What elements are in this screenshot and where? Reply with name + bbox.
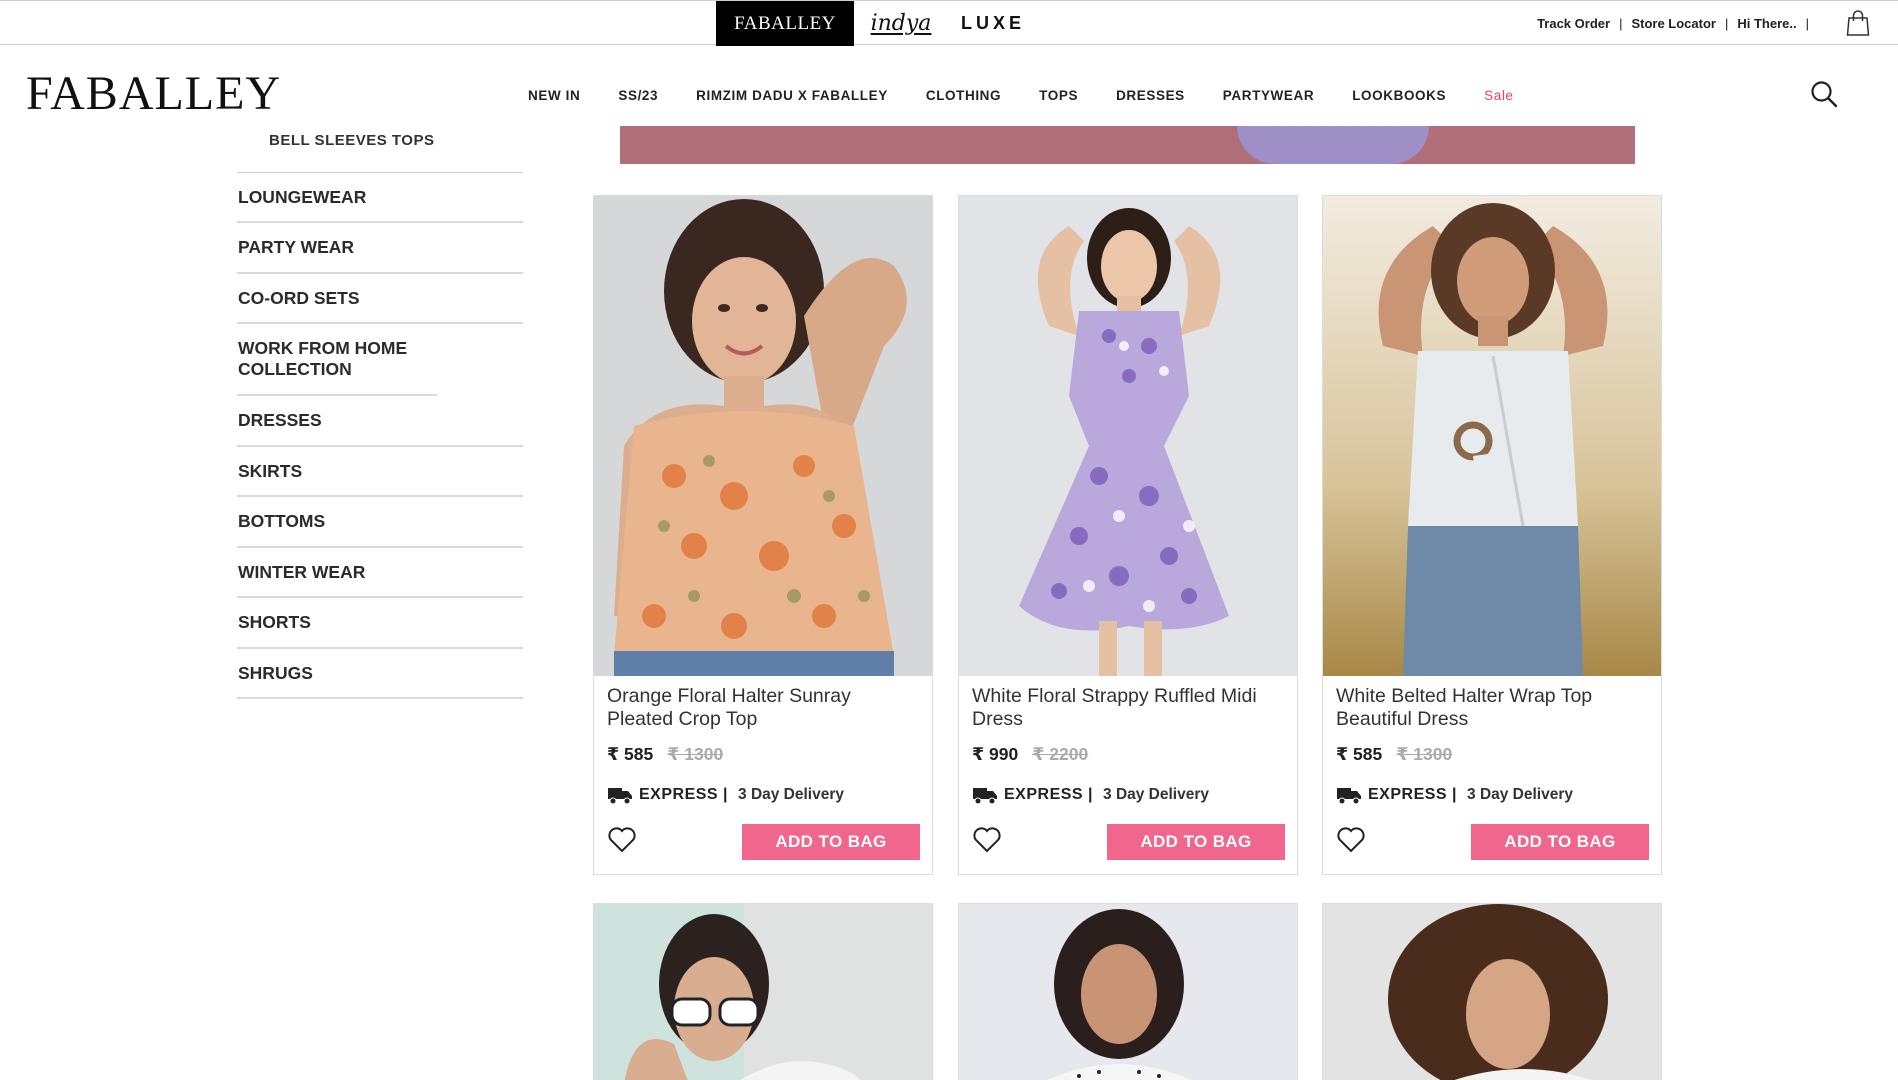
brand-tab-luxe[interactable]: LUXE (948, 1, 1038, 46)
delivery-row: EXPRESS | 3 Day Delivery (1336, 785, 1648, 805)
store-locator-link[interactable]: Store Locator (1631, 16, 1716, 31)
product-card[interactable] (1322, 903, 1662, 1080)
shopping-bag-icon[interactable] (1846, 10, 1870, 36)
sidebar-item-dresses[interactable]: DRESSES (237, 396, 523, 447)
divider: | (1805, 16, 1809, 31)
product-card[interactable]: Orange Floral Halter Sunray Pleated Crop… (593, 195, 933, 875)
sidebar-item-shorts[interactable]: SHORTS (237, 598, 523, 649)
product-card[interactable] (593, 903, 933, 1080)
sale-price: ₹ 585 (1336, 744, 1383, 764)
nav-clothing[interactable]: CLOTHING (926, 88, 1001, 103)
sidebar-item-bottoms[interactable]: BOTTOMS (237, 497, 523, 548)
price-row: ₹ 585 ₹ 1300 (1336, 744, 1648, 765)
model-illustration (594, 904, 932, 1080)
wishlist-heart-icon[interactable] (607, 826, 637, 854)
price-row: ₹ 990 ₹ 2200 (972, 744, 1284, 765)
price-row: ₹ 585 ₹ 1300 (607, 744, 919, 765)
product-image[interactable] (594, 196, 932, 676)
divider: | (1724, 16, 1729, 31)
divider: | (1619, 16, 1623, 31)
sidebar-item-winter-wear[interactable]: WINTER WEAR (237, 548, 523, 598)
sidebar-item-skirts[interactable]: SKIRTS (237, 447, 523, 497)
delivery-row: EXPRESS | 3 Day Delivery (972, 785, 1284, 805)
sidebar-subitem-bell-sleeves[interactable]: BELL SLEEVES TOPS (269, 132, 435, 149)
sidebar-item-co-ord-sets[interactable]: CO-ORD SETS (237, 274, 523, 324)
sidebar-item-loungewear[interactable]: LOUNGEWEAR (237, 173, 523, 223)
sidebar-item-work-from-home[interactable]: WORK FROM HOME COLLECTION (237, 324, 437, 396)
product-image[interactable] (959, 904, 1297, 1080)
brand-switcher: FABALLEY indya LUXE (716, 1, 1038, 46)
add-to-bag-button[interactable]: ADD TO BAG (1107, 824, 1285, 860)
track-order-link[interactable]: Track Order (1537, 16, 1610, 31)
nav-new-in[interactable]: NEW IN (528, 88, 580, 103)
promo-banner-image[interactable] (620, 126, 1635, 164)
nav-sale[interactable]: Sale (1484, 88, 1513, 103)
express-truck-icon (973, 788, 997, 805)
sale-price: ₹ 990 (972, 744, 1019, 764)
model-illustration (959, 196, 1297, 676)
nav-rimzim-dadu[interactable]: RIMZIM DADU X FABALLEY (696, 88, 888, 103)
nav-partywear[interactable]: PARTYWEAR (1223, 88, 1314, 103)
model-illustration (959, 904, 1297, 1080)
express-label: EXPRESS | (1004, 786, 1094, 803)
original-price: ₹ 2200 (1032, 744, 1089, 764)
sale-price: ₹ 585 (607, 744, 654, 764)
product-card[interactable] (958, 903, 1298, 1080)
product-image[interactable] (1323, 196, 1661, 676)
nav-tops[interactable]: TOPS (1039, 88, 1078, 103)
utility-links: Track Order | Store Locator | Hi There..… (1537, 1, 1818, 46)
delivery-time: 3 Day Delivery (1103, 786, 1210, 803)
original-price: ₹ 1300 (667, 744, 724, 764)
brand-tab-faballey[interactable]: FABALLEY (716, 1, 854, 46)
sidebar-item-party-wear[interactable]: PARTY WEAR (237, 223, 523, 274)
nav-ss23[interactable]: SS/23 (618, 88, 658, 103)
sidebar-item-shrugs[interactable]: SHRUGS (237, 649, 523, 699)
brand-tab-indya[interactable]: indya (854, 1, 948, 46)
product-card[interactable]: White Belted Halter Wrap Top Beautiful D… (1322, 195, 1662, 875)
category-sidebar: LOUNGEWEAR PARTY WEAR CO-ORD SETS WORK F… (237, 172, 523, 699)
delivery-row: EXPRESS | 3 Day Delivery (607, 785, 919, 805)
add-to-bag-button[interactable]: ADD TO BAG (1471, 824, 1649, 860)
wishlist-heart-icon[interactable] (1336, 826, 1366, 854)
express-label: EXPRESS | (1368, 786, 1458, 803)
banner-figure (1237, 126, 1429, 164)
product-image[interactable] (959, 196, 1297, 676)
product-title[interactable]: Orange Floral Halter Sunray Pleated Crop… (607, 685, 919, 731)
product-card[interactable]: White Floral Strappy Ruffled Midi Dress … (958, 195, 1298, 875)
model-illustration (1323, 904, 1661, 1080)
nav-dresses[interactable]: DRESSES (1116, 88, 1185, 103)
express-truck-icon (608, 788, 632, 805)
top-bar: FABALLEY indya LUXE Track Order | Store … (0, 0, 1898, 46)
model-illustration (1323, 196, 1661, 676)
product-info: White Floral Strappy Ruffled Midi Dress … (959, 676, 1297, 874)
delivery-time: 3 Day Delivery (1467, 786, 1574, 803)
product-info: White Belted Halter Wrap Top Beautiful D… (1323, 676, 1661, 874)
account-link[interactable]: Hi There.. (1737, 16, 1796, 31)
product-title[interactable]: White Belted Halter Wrap Top Beautiful D… (1336, 685, 1648, 731)
search-icon[interactable] (1810, 80, 1838, 108)
product-image[interactable] (1323, 904, 1661, 1080)
original-price: ₹ 1300 (1396, 744, 1453, 764)
wishlist-heart-icon[interactable] (972, 826, 1002, 854)
product-image[interactable] (594, 904, 932, 1080)
add-to-bag-button[interactable]: ADD TO BAG (742, 824, 920, 860)
product-info: Orange Floral Halter Sunray Pleated Crop… (594, 676, 932, 874)
product-title[interactable]: White Floral Strappy Ruffled Midi Dress (972, 685, 1284, 731)
express-label: EXPRESS | (639, 786, 729, 803)
express-truck-icon (1337, 788, 1361, 805)
main-nav: NEW IN SS/23 RIMZIM DADU X FABALLEY CLOT… (528, 88, 1514, 103)
model-illustration (594, 196, 932, 676)
delivery-time: 3 Day Delivery (738, 786, 845, 803)
site-logo[interactable]: FABALLEY (26, 66, 281, 121)
nav-lookbooks[interactable]: LOOKBOOKS (1352, 88, 1446, 103)
